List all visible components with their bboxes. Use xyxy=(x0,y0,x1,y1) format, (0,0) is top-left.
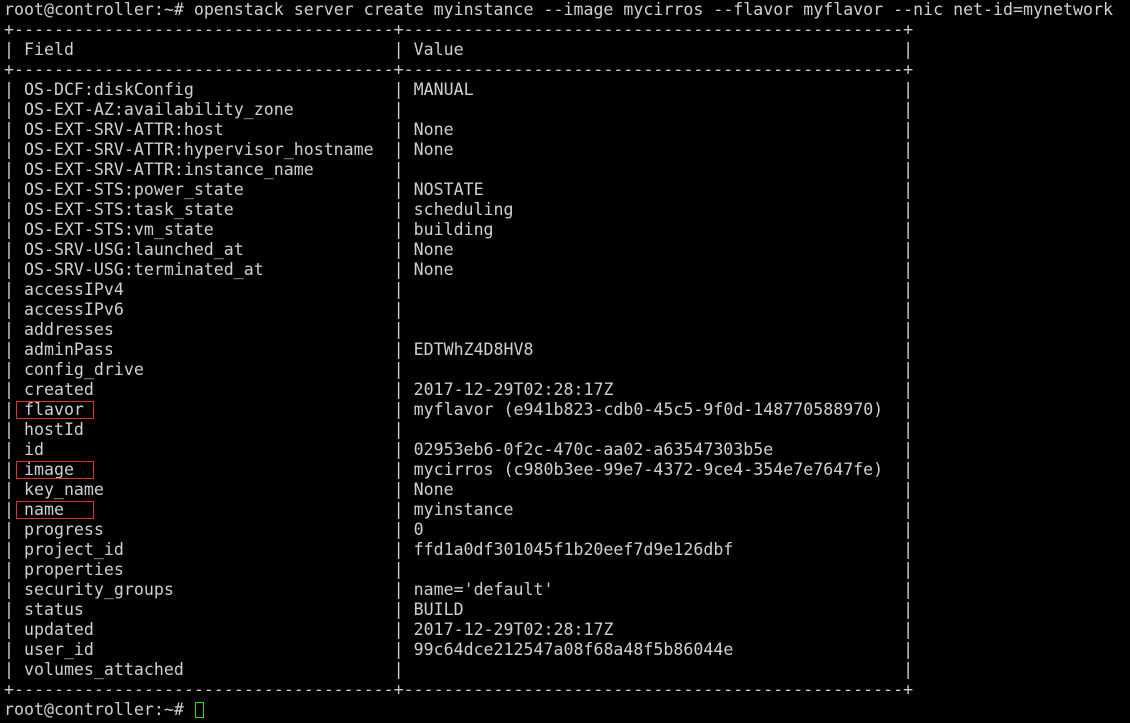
row-value: ffd1a0df301045f1b20eef7d9e126dbf xyxy=(413,540,734,559)
table-row: | hostId | | xyxy=(4,420,914,439)
row-value: NOSTATE xyxy=(413,180,484,199)
row-field: addresses xyxy=(23,320,114,339)
table-row: | progress | 0 | xyxy=(4,520,914,539)
table-row: | OS-EXT-AZ:availability_zone | | xyxy=(4,100,914,119)
row-field: OS-EXT-SRV-ATTR:host xyxy=(23,120,224,139)
row-field: OS-EXT-AZ:availability_zone xyxy=(23,100,294,119)
header-value: Value xyxy=(413,40,464,59)
table-row: | OS-EXT-SRV-ATTR:hypervisor_hostname | … xyxy=(4,140,914,159)
table-row: | OS-EXT-STS:vm_state | building | xyxy=(4,220,914,239)
row-value: MANUAL xyxy=(413,80,474,99)
shell-prompt: root@controller:~# xyxy=(4,0,194,19)
command-line: root@controller:~# openstack server crea… xyxy=(4,0,1113,20)
command-text: openstack server create myinstance --ima… xyxy=(193,0,1113,19)
row-field: OS-EXT-STS:vm_state xyxy=(23,220,214,239)
field-highlight-box xyxy=(16,401,94,419)
row-value: building xyxy=(413,220,494,239)
row-field: progress xyxy=(23,520,104,539)
row-field: project_id xyxy=(23,540,124,559)
row-field: accessIPv4 xyxy=(23,280,124,299)
table-row: | properties | | xyxy=(4,560,914,579)
prompt-line: root@controller:~# xyxy=(4,700,204,720)
row-value: name='default' xyxy=(413,580,554,599)
row-value: BUILD xyxy=(413,600,464,619)
row-field: accessIPv6 xyxy=(23,300,124,319)
row-value: myinstance xyxy=(413,500,514,519)
row-value: None xyxy=(413,140,454,159)
table-row: | OS-EXT-SRV-ATTR:instance_name | | xyxy=(4,160,914,179)
row-value: None xyxy=(413,480,454,499)
row-value: None xyxy=(413,240,454,259)
row-field: security_groups xyxy=(23,580,174,599)
table-row: | config_drive | | xyxy=(4,360,914,379)
table-row: | OS-EXT-STS:task_state | scheduling | xyxy=(4,200,914,219)
row-value: 2017-12-29T02:28:17Z xyxy=(413,620,614,639)
row-value: mycirros (c980b3ee-99e7-4372-9ce4-354e7e… xyxy=(413,460,884,479)
field-highlight-box xyxy=(16,461,94,479)
row-field: adminPass xyxy=(23,340,114,359)
row-field: OS-EXT-SRV-ATTR:hypervisor_hostname xyxy=(23,140,374,159)
table-border-bottom: +--------------------------------------+… xyxy=(4,680,914,699)
row-field: created xyxy=(23,380,94,399)
table-row: | OS-SRV-USG:terminated_at | None | xyxy=(4,260,914,279)
table-header-row: | Field | Value | xyxy=(4,40,914,59)
row-value: myflavor (e941b823-cdb0-45c5-9f0d-148770… xyxy=(413,400,884,419)
header-field: Field xyxy=(23,40,74,59)
row-value: 0 xyxy=(413,520,424,539)
table-row: | adminPass | EDTWhZ4D8HV8 | xyxy=(4,340,914,359)
table-row: | addresses | | xyxy=(4,320,914,339)
table-row: | image | mycirros (c980b3ee-99e7-4372-9… xyxy=(4,460,914,479)
row-value: None xyxy=(413,260,454,279)
shell-prompt: root@controller:~# xyxy=(4,700,194,719)
row-field: hostId xyxy=(23,420,84,439)
table-row: | OS-EXT-SRV-ATTR:host | None | xyxy=(4,120,914,139)
text-cursor[interactable] xyxy=(194,702,204,718)
row-field: user_id xyxy=(23,640,94,659)
table-row: | security_groups | name='default' | xyxy=(4,580,914,599)
table-row: | updated | 2017-12-29T02:28:17Z | xyxy=(4,620,914,639)
row-value: 99c64dce212547a08f68a48f5b86044e xyxy=(413,640,734,659)
table-row: | OS-SRV-USG:launched_at | None | xyxy=(4,240,914,259)
table-border-top: +--------------------------------------+… xyxy=(4,20,914,39)
table-row: | id | 02953eb6-0f2c-470c-aa02-a63547303… xyxy=(4,440,914,459)
table-row: | flavor | myflavor (e941b823-cdb0-45c5-… xyxy=(4,400,914,419)
row-value: scheduling xyxy=(413,200,514,219)
table-row: | accessIPv6 | | xyxy=(4,300,914,319)
row-field: volumes_attached xyxy=(23,660,184,679)
terminal-window[interactable]: root@controller:~# openstack server crea… xyxy=(4,0,1128,723)
table-row: | volumes_attached | | xyxy=(4,660,914,679)
table-row: | created | 2017-12-29T02:28:17Z | xyxy=(4,380,914,399)
field-highlight-box xyxy=(16,501,94,519)
table-row: | status | BUILD | xyxy=(4,600,914,619)
row-field: OS-EXT-STS:power_state xyxy=(23,180,244,199)
row-field: OS-SRV-USG:terminated_at xyxy=(23,260,264,279)
row-field: status xyxy=(23,600,84,619)
table-row: | user_id | 99c64dce212547a08f68a48f5b86… xyxy=(4,640,914,659)
row-value: 02953eb6-0f2c-470c-aa02-a63547303b5e xyxy=(413,440,774,459)
table-row: | OS-DCF:diskConfig | MANUAL | xyxy=(4,80,914,99)
row-field: OS-EXT-STS:task_state xyxy=(23,200,234,219)
row-value: EDTWhZ4D8HV8 xyxy=(413,340,534,359)
table-border-header: +--------------------------------------+… xyxy=(4,60,914,79)
row-field: updated xyxy=(23,620,94,639)
row-value: None xyxy=(413,120,454,139)
table-row: | project_id | ffd1a0df301045f1b20eef7d9… xyxy=(4,540,914,559)
table-row: | accessIPv4 | | xyxy=(4,280,914,299)
table-row: | OS-EXT-STS:power_state | NOSTATE | xyxy=(4,180,914,199)
row-field: OS-DCF:diskConfig xyxy=(23,80,194,99)
row-field: key_name xyxy=(23,480,104,499)
row-field: OS-SRV-USG:launched_at xyxy=(23,240,244,259)
row-field: properties xyxy=(23,560,124,579)
row-field: config_drive xyxy=(23,360,144,379)
row-field: OS-EXT-SRV-ATTR:instance_name xyxy=(23,160,314,179)
table-row: | key_name | None | xyxy=(4,480,914,499)
row-value: 2017-12-29T02:28:17Z xyxy=(413,380,614,399)
table-row: | name | myinstance | xyxy=(4,500,914,519)
row-field: id xyxy=(23,440,44,459)
